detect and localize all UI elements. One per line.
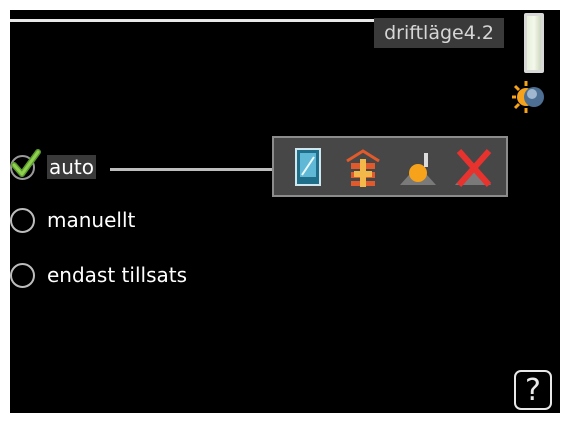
- page-title: driftläge4.2: [374, 18, 504, 48]
- radio-auto[interactable]: [10, 148, 41, 180]
- header-line: [10, 19, 380, 22]
- thermometer-icon: [524, 13, 544, 73]
- option-label-endast-tillsats: endast tillsats: [47, 263, 187, 287]
- cooling-icon: [294, 147, 321, 186]
- help-button[interactable]: ?: [514, 370, 552, 410]
- option-label-auto: auto: [47, 155, 97, 179]
- screen: driftläge4.2 auto manuellt endast tillsa…: [0, 0, 569, 423]
- disabled-icon: [454, 148, 491, 187]
- option-manuellt[interactable]: manuellt: [10, 205, 135, 235]
- display-panel: driftläge4.2 auto manuellt endast tillsa…: [10, 10, 560, 413]
- addition-heat-icon: [345, 148, 380, 187]
- radio-endast-tillsats[interactable]: [10, 262, 35, 288]
- checkmark-icon: [11, 148, 41, 177]
- option-endast-tillsats[interactable]: endast tillsats: [10, 260, 187, 290]
- mode-icon-panel: [272, 136, 508, 197]
- option-label-manuellt: manuellt: [47, 208, 136, 232]
- option-auto[interactable]: auto: [10, 148, 97, 182]
- radio-manuellt[interactable]: [10, 207, 35, 233]
- selection-connector-line: [110, 168, 273, 171]
- sun-globe-icon: [512, 81, 544, 113]
- heating-icon: [399, 152, 436, 185]
